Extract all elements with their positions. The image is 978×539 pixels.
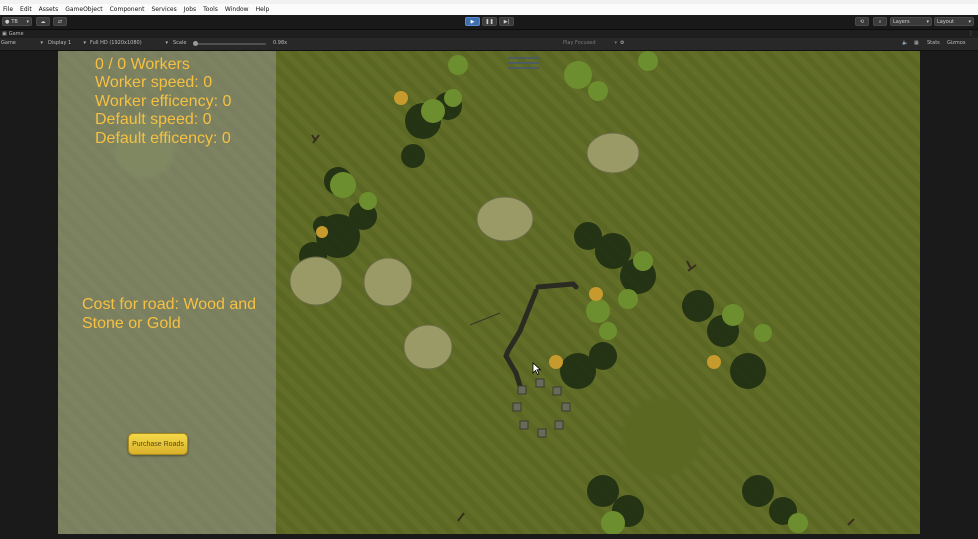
menu-tools[interactable]: Tools — [203, 6, 218, 13]
account-label: TB — [11, 18, 18, 25]
tab-game-label: Game — [8, 31, 24, 37]
collab-icon: ⇄ — [57, 18, 63, 25]
road-cost-text: Cost for road: Wood and Stone or Gold — [82, 296, 257, 332]
village-ring — [512, 378, 571, 438]
worker-speed: Worker speed: 0 — [95, 74, 213, 91]
display-dropdown[interactable]: Display 1 ▾ — [48, 40, 86, 46]
collab-button[interactable]: ⇄ — [53, 17, 67, 26]
play-focused-label: Play Focused — [563, 40, 596, 46]
resolution-label: Full HD (1920x1080) — [90, 40, 142, 46]
game-tab-bar: ▣ Game ⋮ — [0, 30, 978, 38]
view-label: Game — [1, 40, 16, 46]
pause-icon: ❚❚ — [485, 18, 494, 25]
play-button[interactable]: ▶ — [465, 17, 480, 26]
chevron-down-icon: ▾ — [165, 40, 168, 46]
step-icon: ▶| — [503, 18, 510, 25]
account-button[interactable]: ● TB ▾ — [2, 17, 32, 26]
account-icon: ● — [5, 18, 10, 25]
workers-count: 0 / 0 Workers — [95, 56, 190, 73]
menu-jobs[interactable]: Jobs — [184, 6, 196, 13]
search-icon: ⌕ — [878, 18, 882, 25]
history-button[interactable]: ⟲ — [855, 17, 869, 26]
worker-efficiency: Worker efficency: 0 — [95, 93, 232, 110]
chevron-down-icon: ▾ — [40, 40, 43, 46]
mouse-cursor-icon — [532, 362, 542, 376]
layout-label: Layout — [937, 18, 954, 25]
dead-trees — [311, 134, 855, 526]
menu-assets[interactable]: Assets — [39, 6, 59, 13]
chevron-down-icon: ▾ — [968, 18, 971, 25]
gizmos-button[interactable]: Gizmos — [947, 40, 965, 46]
menu-file[interactable]: File — [3, 6, 13, 13]
layers-dropdown[interactable]: Layers ▾ — [890, 17, 932, 26]
layers-label: Layers — [893, 18, 910, 25]
scale-label: Scale — [173, 40, 187, 46]
stats-toggle-icon[interactable]: ▦ — [914, 40, 919, 46]
purchase-roads-button[interactable]: Purchase Roads — [128, 433, 188, 455]
menu-bar: File Edit Assets GameObject Component Se… — [0, 4, 978, 15]
menu-window[interactable]: Window — [225, 6, 249, 13]
view-dropdown[interactable]: Game ▾ — [1, 40, 43, 46]
pause-button[interactable]: ❚❚ — [482, 17, 497, 26]
menu-help[interactable]: Help — [256, 6, 270, 13]
hamburger-menu-icon[interactable] — [508, 57, 540, 72]
search-button[interactable]: ⌕ — [873, 17, 887, 26]
layout-dropdown[interactable]: Layout ▾ — [934, 17, 974, 26]
menu-component[interactable]: Component — [110, 6, 145, 13]
resolution-dropdown[interactable]: Full HD (1920x1080) ▾ — [90, 40, 168, 46]
menu-gameobject[interactable]: GameObject — [65, 6, 102, 13]
step-button[interactable]: ▶| — [499, 17, 514, 26]
stats-button[interactable]: Stats — [927, 40, 940, 46]
camera-icon[interactable]: ⚙ — [620, 40, 624, 46]
chevron-down-icon: ▾ — [83, 40, 86, 46]
chevron-down-icon: ▾ — [926, 18, 929, 25]
history-icon: ⟲ — [859, 18, 865, 25]
play-focused-dropdown[interactable]: Play Focused ▾ — [563, 40, 617, 46]
cloud-button[interactable]: ☁ — [36, 17, 50, 26]
chevron-down-icon: ▾ — [614, 40, 617, 46]
scale-slider-track[interactable] — [196, 43, 266, 45]
game-tab-icon: ▣ — [2, 31, 7, 37]
default-efficiency: Default efficency: 0 — [95, 130, 231, 147]
scale-slider-handle[interactable] — [193, 41, 198, 46]
game-viewport[interactable]: 0 / 0 Workers Worker speed: 0 Worker eff… — [58, 51, 920, 534]
display-label: Display 1 — [48, 40, 72, 46]
chevron-down-icon: ▾ — [26, 18, 29, 25]
editor-bottom-edge — [0, 534, 978, 539]
menu-edit[interactable]: Edit — [20, 6, 32, 13]
main-toolbar: ● TB ▾ ☁ ⇄ ▶ ❚❚ ▶| ⟲ ⌕ Layers ▾ Layout ▾ — [0, 15, 978, 30]
play-icon: ▶ — [470, 18, 475, 25]
default-speed: Default speed: 0 — [95, 111, 212, 128]
audio-icon[interactable]: 🔈 — [902, 40, 908, 46]
game-view-controls: Game ▾ Display 1 ▾ Full HD (1920x1080) ▾… — [0, 38, 978, 51]
menu-services[interactable]: Services — [151, 6, 176, 13]
cloud-icon: ☁ — [40, 18, 46, 25]
tab-game[interactable]: ▣ Game — [2, 31, 24, 37]
more-options-icon[interactable]: ⋮ — [968, 30, 974, 37]
scale-value: 0.98x — [273, 40, 288, 46]
